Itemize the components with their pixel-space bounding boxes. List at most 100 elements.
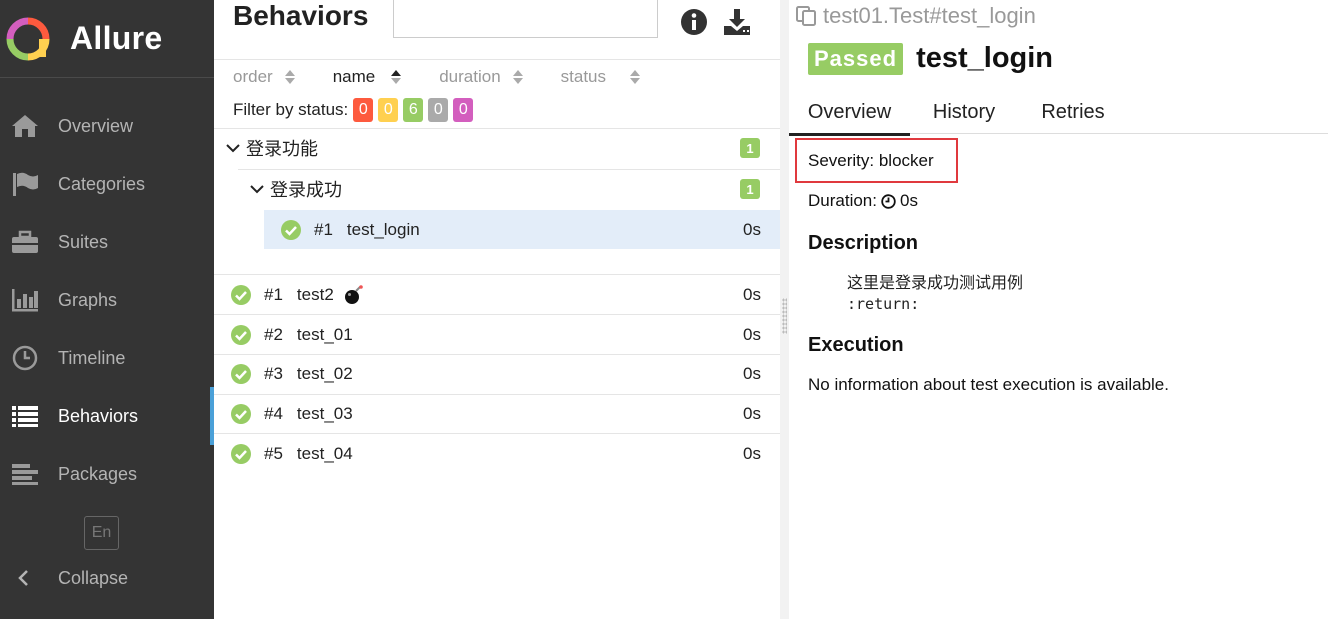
detail-tabs: Overview History Retries [789, 90, 1328, 136]
status-filter: Filter by status: 0 0 6 0 0 [233, 98, 474, 122]
sidebar-item-label: Overview [58, 115, 134, 136]
passed-check-icon [231, 324, 251, 345]
tab-overview[interactable]: Overview [789, 90, 910, 136]
sidebar-item-timeline[interactable]: Timeline [0, 329, 214, 387]
sidebar: Allure Overview Categories Suites Graphs [0, 0, 214, 619]
sort-arrows-icon [284, 70, 295, 84]
header-divider [214, 59, 780, 60]
sort-order[interactable]: order [233, 64, 295, 90]
sort-label: order [233, 67, 273, 86]
language-switcher[interactable]: En [84, 516, 119, 550]
filter-broken-toggle[interactable]: 0 [378, 98, 399, 122]
search-input[interactable] [393, 0, 658, 38]
passed-check-icon [231, 403, 251, 424]
sort-bar: order name duration status [233, 64, 678, 90]
description-body: 这里是登录成功测试用例 :return: [847, 273, 1023, 315]
drag-handle-icon [782, 298, 787, 334]
duration-value: 0s [899, 191, 918, 210]
flag-icon [10, 169, 40, 199]
tree-leaf[interactable]: #1 test2 0s [214, 275, 780, 314]
execution-text: No information about test execution is a… [808, 375, 1169, 394]
passed-check-icon [231, 284, 251, 305]
bar-chart-icon [10, 285, 40, 315]
tree-leaf[interactable]: #4 test_03 0s [214, 394, 780, 433]
clock-icon [10, 343, 40, 373]
collapse-label: Collapse [58, 567, 129, 588]
breadcrumb: test01.Test#test_login [795, 3, 1036, 29]
sidebar-nav: Overview Categories Suites Graphs Timeli… [0, 97, 214, 503]
sidebar-item-suites[interactable]: Suites [0, 213, 214, 271]
sort-name[interactable]: name [333, 64, 402, 90]
sidebar-item-label: Behaviors [58, 405, 139, 426]
passed-check-icon [231, 363, 251, 384]
briefcase-icon [10, 227, 40, 257]
leaf-name: test2 [296, 284, 334, 304]
chevron-left-icon [18, 570, 28, 586]
brand[interactable]: Allure [0, 0, 214, 78]
group-count-badge: 1 [740, 138, 760, 158]
download-icon[interactable] [723, 8, 751, 36]
filter-failed-toggle[interactable]: 0 [353, 98, 374, 122]
passed-check-icon [231, 443, 251, 464]
leaf-name: test_login [346, 219, 420, 239]
leaf-number: #1 [264, 284, 283, 304]
severity-field: Severity: blocker [795, 138, 958, 183]
sort-status[interactable]: status [560, 64, 641, 90]
sort-arrows-icon [391, 70, 402, 84]
sort-arrows-icon [630, 70, 641, 84]
sidebar-item-label: Suites [58, 231, 109, 252]
leaf-duration: 0s [743, 363, 761, 383]
tab-history[interactable]: History [910, 90, 1018, 134]
sidebar-item-label: Packages [58, 463, 138, 484]
tree-leaf[interactable]: #3 test_02 0s [214, 354, 780, 393]
passed-check-icon [281, 219, 301, 240]
leaf-number: #1 [314, 219, 333, 239]
sort-label: status [560, 67, 607, 86]
tree-leaf[interactable]: #5 test_04 0s [214, 434, 780, 473]
leaf-number: #2 [264, 324, 283, 344]
sidebar-item-behaviors[interactable]: Behaviors [0, 387, 214, 445]
sidebar-item-categories[interactable]: Categories [0, 155, 214, 213]
home-icon [10, 111, 40, 141]
tree-leaf-selected[interactable]: #1 test_login 0s [264, 210, 780, 249]
filter-passed-toggle[interactable]: 6 [403, 98, 424, 122]
align-left-icon [10, 459, 40, 489]
group-count-badge: 1 [740, 179, 760, 199]
group-name: 登录功能 [246, 139, 318, 159]
chevron-down-icon [250, 185, 264, 194]
status-badge: Passed [808, 42, 904, 75]
bomb-icon [344, 284, 363, 304]
sidebar-item-packages[interactable]: Packages [0, 445, 214, 503]
filter-unknown-toggle[interactable]: 0 [453, 98, 474, 122]
allure-logo [6, 17, 50, 60]
leaf-number: #5 [264, 443, 283, 463]
collapse-button[interactable]: Collapse [0, 558, 128, 598]
pane-splitter[interactable] [780, 0, 789, 619]
sort-label: duration [439, 67, 501, 86]
tree-leaf[interactable]: #2 test_01 0s [214, 315, 780, 354]
sort-duration[interactable]: duration [439, 64, 523, 90]
description-line: 这里是登录成功测试用例 [847, 275, 1024, 292]
sort-arrows-icon [512, 70, 523, 84]
leaf-name: test_02 [296, 363, 353, 383]
tab-retries[interactable]: Retries [1018, 90, 1128, 134]
chevron-down-icon [226, 144, 240, 153]
leaf-number: #3 [264, 363, 283, 383]
filter-label: Filter by status: [233, 100, 349, 119]
info-icon[interactable] [680, 8, 708, 36]
filter-skipped-toggle[interactable]: 0 [428, 98, 449, 122]
tree-group-story[interactable]: 登录成功 1 [214, 169, 780, 209]
clock-icon [881, 193, 896, 209]
leaf-name: test_04 [296, 443, 353, 463]
sidebar-item-overview[interactable]: Overview [0, 97, 214, 155]
sidebar-item-label: Timeline [58, 347, 126, 368]
leaf-duration: 0s [743, 403, 761, 423]
page-title: Behaviors [233, 0, 369, 31]
sort-label: name [332, 67, 376, 86]
copy-icon[interactable] [795, 5, 817, 27]
duration-field: Duration: 0s [808, 191, 918, 211]
leaf-name: test_01 [296, 324, 353, 344]
tree-group-feature[interactable]: 登录功能 1 [214, 128, 780, 168]
sidebar-item-graphs[interactable]: Graphs [0, 271, 214, 329]
list-icon [10, 401, 40, 431]
